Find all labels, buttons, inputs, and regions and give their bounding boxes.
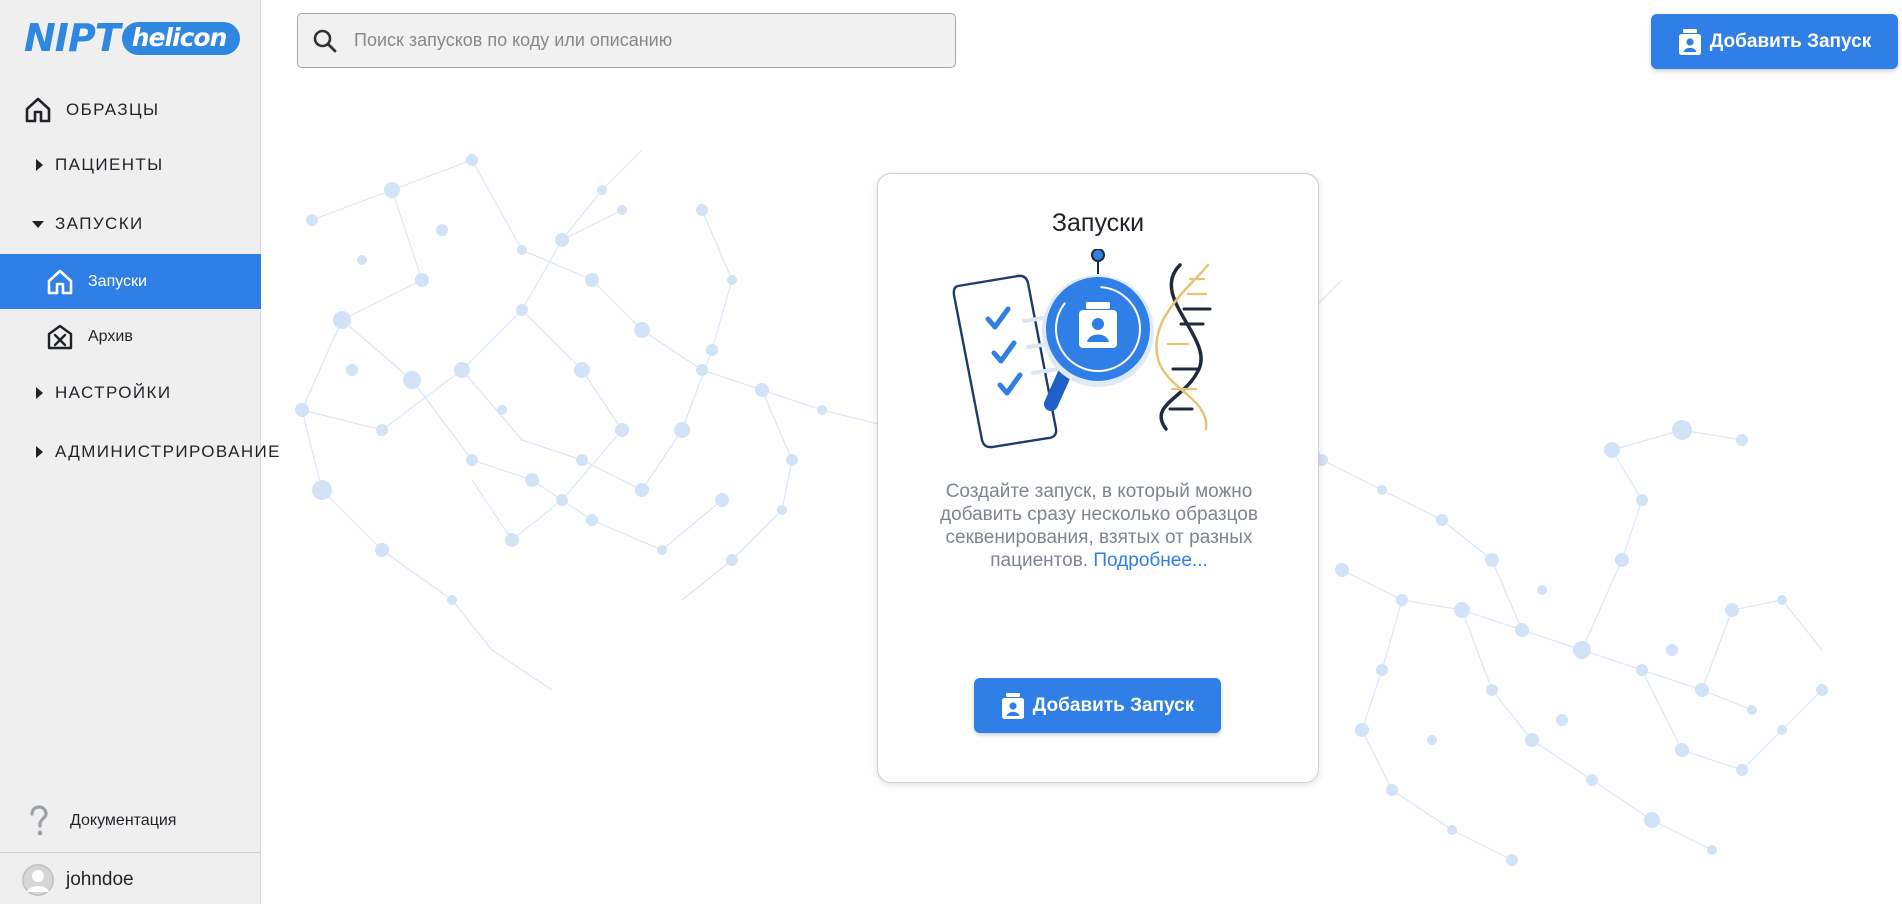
nav-settings[interactable]: НАСТРОЙКИ: [0, 372, 261, 414]
run-badge-icon: [1678, 28, 1702, 56]
run-badge-icon: [1001, 692, 1025, 720]
app-logo[interactable]: NIPT helicon: [24, 16, 241, 60]
nav-settings-label: НАСТРОЙКИ: [55, 383, 172, 402]
nav-patients-label: ПАЦИЕНТЫ: [55, 155, 164, 174]
archive-x-icon: [46, 323, 74, 351]
nav-runs-label: ЗАПУСКИ: [55, 214, 144, 233]
home-icon: [46, 268, 74, 296]
caret-down-icon: [32, 220, 44, 228]
add-run-card-button[interactable]: Добавить Запуск: [974, 678, 1221, 733]
runs-illustration: [952, 249, 1212, 449]
sidebar-item-archive[interactable]: Архив: [0, 309, 261, 364]
nav-runs[interactable]: ЗАПУСКИ: [0, 203, 261, 245]
empty-state-card: Запуски Создайте запуск, в который можно…: [877, 173, 1319, 783]
nav-samples[interactable]: ОБРАЗЦЫ: [0, 89, 261, 131]
search-bar[interactable]: [297, 13, 956, 68]
nav-admin[interactable]: АДМИНИСТРИРОВАНИЕ: [0, 431, 279, 473]
nav-documentation-label: Документация: [70, 812, 177, 829]
nav-admin-label: АДМИНИСТРИРОВАНИЕ: [55, 442, 281, 461]
nav-patients[interactable]: ПАЦИЕНТЫ: [0, 144, 261, 186]
empty-state-description: Создайте запуск, в который можно добавит…: [918, 480, 1280, 572]
logo-text-helicon: helicon: [121, 21, 241, 55]
sidebar-item-runs-label: Запуски: [88, 272, 147, 290]
username: johndoe: [66, 869, 134, 890]
sidebar-item-runs[interactable]: Запуски: [0, 254, 261, 309]
caret-right-icon: [36, 387, 43, 399]
caret-right-icon: [36, 159, 43, 171]
home-icon: [24, 96, 52, 124]
sidebar-item-archive-label: Архив: [88, 327, 133, 345]
learn-more-link[interactable]: Подробнее...: [1093, 550, 1207, 571]
avatar: [22, 864, 54, 896]
search-icon: [312, 28, 338, 54]
sidebar: NIPT helicon ОБРАЗЦЫ ПАЦИЕНТЫ ЗАПУСКИ За…: [0, 0, 279, 904]
empty-state-title: Запуски: [1051, 209, 1145, 237]
nav-samples-label: ОБРАЗЦЫ: [66, 100, 160, 119]
add-run-button[interactable]: Добавить Запуск: [1651, 14, 1898, 69]
nav-documentation[interactable]: Документация: [0, 800, 261, 842]
caret-right-icon: [36, 446, 43, 458]
logo-text-nipt: NIPT: [24, 16, 121, 60]
add-run-card-button-label: Добавить Запуск: [1032, 694, 1195, 716]
sidebar-divider: [0, 852, 261, 853]
add-run-button-label: Добавить Запуск: [1709, 30, 1872, 52]
question-icon: [28, 805, 50, 837]
search-input[interactable]: [352, 29, 916, 52]
user-menu[interactable]: johndoe: [0, 860, 261, 900]
